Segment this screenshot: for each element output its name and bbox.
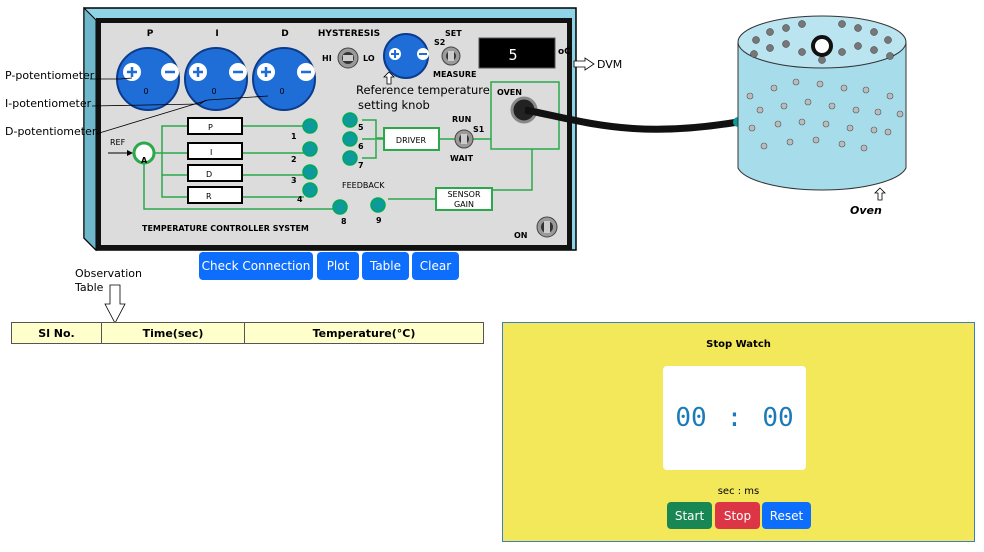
reset-button[interactable]: Reset [762, 502, 811, 529]
s1-label: S1 [473, 125, 485, 134]
run-label: RUN [452, 115, 471, 124]
column-header-sl-no: Sl No. [11, 322, 102, 344]
svg-text:R: R [206, 192, 212, 201]
knob-p-title: P [147, 29, 154, 39]
up-arrow-icon [874, 187, 886, 201]
stopwatch-panel: Stop Watch 00 : 00 sec : ms Start Stop R… [502, 322, 975, 542]
node-8-label: 8 [341, 217, 347, 226]
table-header-row: Sl No. Time(sec) Temperature(°C) [11, 322, 484, 344]
hi-label: HI [322, 54, 332, 63]
svg-text:D: D [206, 170, 212, 179]
set-measure-switch[interactable] [441, 46, 461, 66]
sensor-gain-block: SENSOR GAIN [435, 187, 493, 211]
knob-i-title: I [215, 29, 218, 39]
down-arrow-icon [104, 284, 126, 324]
reference-knob-annotation-line1: Reference temperature [356, 83, 490, 97]
hysteresis-switch[interactable] [337, 47, 359, 69]
on-label: ON [514, 231, 528, 240]
block-r: R [187, 186, 243, 204]
node-9-label: 9 [376, 216, 382, 225]
up-arrow-icon [383, 71, 395, 85]
node-6-label: 6 [358, 142, 364, 151]
display-value: 5 [508, 46, 517, 64]
block-d: D [187, 164, 243, 182]
table-button[interactable]: Table [362, 252, 409, 280]
column-header-temperature: Temperature(°C) [244, 322, 484, 344]
set-label: SET [445, 29, 462, 38]
oven-thermometer-port [811, 35, 833, 57]
plot-button[interactable]: Plot [317, 252, 359, 280]
node-2[interactable] [302, 141, 318, 157]
svg-text:DRIVER: DRIVER [396, 136, 427, 145]
oven-annotation: Oven [850, 204, 882, 217]
start-button[interactable]: Start [667, 502, 712, 529]
stopwatch-separator: : [726, 403, 743, 433]
node-2-label: 2 [291, 155, 297, 164]
stopwatch-title: Stop Watch [706, 339, 771, 350]
check-connection-button[interactable]: Check Connection [199, 252, 313, 280]
dvm-annotation: DVM [597, 58, 623, 71]
stopwatch-minutes: 00 [675, 403, 707, 433]
node-7[interactable] [342, 150, 358, 166]
run-wait-switch[interactable] [454, 129, 474, 149]
power-switch[interactable] [536, 216, 558, 238]
observation-annotation-line2: Table [75, 281, 104, 294]
reference-knob-annotation-line2: setting knob [358, 98, 430, 112]
observation-annotation-line1: Observation [75, 267, 142, 280]
column-header-time: Time(sec) [101, 322, 245, 344]
node-8[interactable] [332, 199, 348, 215]
measure-label: MEASURE [433, 70, 477, 79]
right-arrow-icon [573, 57, 595, 71]
driver-block: DRIVER [383, 127, 440, 151]
wait-label: WAIT [450, 154, 474, 163]
oven[interactable] [734, 10, 914, 200]
feedback-label: FEEDBACK [342, 181, 385, 190]
node-4-label: 4 [297, 195, 303, 204]
lo-label: LO [363, 54, 375, 63]
node-5-label: 5 [358, 123, 364, 132]
node-9[interactable] [370, 197, 386, 213]
oven-cable [524, 106, 743, 133]
stopwatch-display: 00 : 00 [663, 366, 806, 470]
node-4[interactable] [302, 182, 318, 198]
stopwatch-seconds: 00 [762, 403, 794, 433]
hysteresis-label: HYSTERESIS [318, 29, 380, 39]
knob-d-title: D [281, 29, 288, 39]
svg-text:SENSOR: SENSOR [447, 190, 480, 199]
node-6[interactable] [342, 131, 358, 147]
node-3[interactable] [302, 164, 318, 180]
clear-button[interactable]: Clear [412, 252, 459, 280]
system-label: TEMPERATURE CONTROLLER SYSTEM [142, 224, 309, 233]
oven-box-label: OVEN [497, 88, 522, 97]
observation-table: Sl No. Time(sec) Temperature(°C) [11, 322, 484, 344]
node-1[interactable] [302, 118, 318, 134]
display-unit: oC [558, 47, 571, 57]
svg-text:GAIN: GAIN [454, 200, 474, 209]
node-7-label: 7 [358, 161, 364, 170]
node-3-label: 3 [291, 176, 297, 185]
s2-label: S2 [434, 38, 445, 47]
stop-button[interactable]: Stop [715, 502, 760, 529]
annotation-pointer-lines [90, 77, 269, 135]
stopwatch-unit: sec : ms [717, 486, 760, 497]
node-5[interactable] [342, 112, 358, 128]
